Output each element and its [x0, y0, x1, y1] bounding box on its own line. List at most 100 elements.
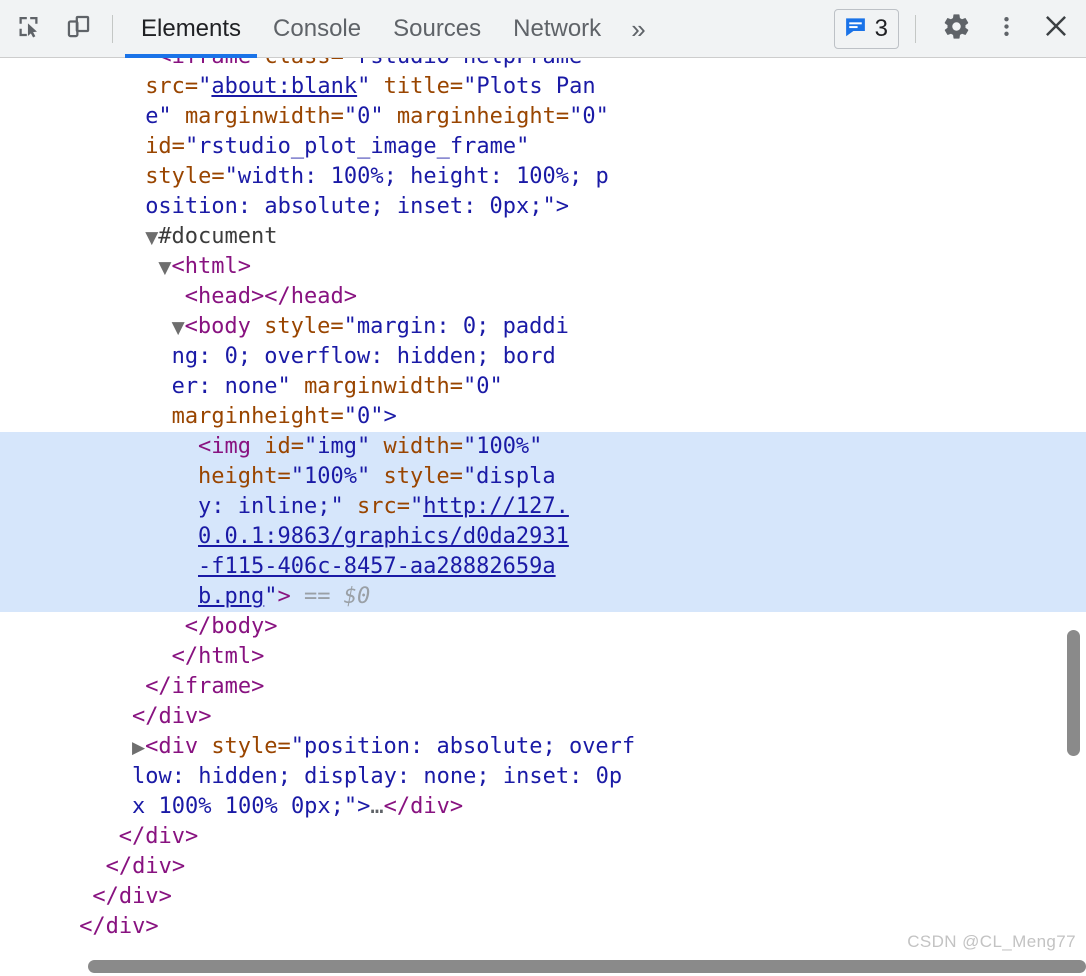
dom-node-line[interactable]: ▼<body style="margin: 0; paddi: [0, 312, 1086, 342]
chevron-down-icon[interactable]: ▼: [145, 228, 158, 248]
chevron-right-icon[interactable]: ▶: [132, 738, 145, 758]
dom-token-val: "Plots Pan: [463, 74, 596, 99]
elements-dom-tree-pane[interactable]: <iframe class="rstudio helpFramesrc="abo…: [0, 58, 1086, 956]
dom-token-tag: <html>: [171, 254, 251, 279]
dom-node-line[interactable]: <iframe class="rstudio helpFrame: [0, 58, 1086, 72]
tab-network[interactable]: Network: [497, 0, 617, 58]
chevron-down-icon[interactable]: ▼: [172, 318, 185, 338]
device-toolbar-button[interactable]: [56, 7, 100, 51]
dom-token-ellip: …: [370, 794, 384, 819]
dom-node-line[interactable]: id="rstudio_plot_image_frame": [0, 132, 1086, 162]
dom-token-val: ": [198, 74, 212, 99]
dom-node-line[interactable]: </div>: [0, 822, 1086, 852]
dom-token-plain: [198, 734, 211, 759]
dom-token-attr: id=: [264, 434, 304, 459]
dom-token-val: ": [409, 494, 424, 519]
dom-node-line[interactable]: </html>: [0, 642, 1086, 672]
issues-message-icon: [843, 14, 868, 44]
dom-token-val: "0": [343, 104, 384, 129]
dom-tree[interactable]: <iframe class="rstudio helpFramesrc="abo…: [0, 58, 1086, 942]
toolbar-divider-2: [915, 14, 916, 43]
dom-node-line[interactable]: x 100% 100% 0px;">…</div>: [0, 792, 1086, 822]
dom-token-tag: <body: [184, 314, 251, 339]
dom-node-line[interactable]: 0.0.1:9863/graphics/d0da2931: [0, 522, 1086, 552]
dom-token-tag: </div>: [92, 884, 172, 909]
dom-node-line[interactable]: osition: absolute; inset: 0px;">: [0, 192, 1086, 222]
dom-token-link[interactable]: http://127.: [423, 494, 569, 519]
dom-token-val: y: inline;": [198, 494, 344, 519]
kebab-menu-icon: [994, 14, 1019, 44]
dom-node-line[interactable]: b.png"> == $0: [0, 582, 1086, 612]
dom-token-dollar: == $0: [303, 584, 371, 609]
dom-token-attr: src=: [356, 494, 410, 519]
vertical-scrollbar[interactable]: [1067, 630, 1080, 756]
dom-node-line[interactable]: er: none" marginwidth="0": [0, 372, 1086, 402]
dom-token-attr: title=: [383, 74, 464, 99]
dom-node-line[interactable]: </body>: [0, 612, 1086, 642]
dom-token-attr: marginwidth=: [304, 374, 464, 399]
dom-token-tag: >: [277, 584, 291, 609]
close-devtools-button[interactable]: [1034, 7, 1078, 51]
dom-node-line[interactable]: ng: 0; overflow: hidden; bord: [0, 342, 1086, 372]
tab-elements[interactable]: Elements: [125, 0, 258, 58]
dom-token-tag: </html>: [171, 644, 265, 669]
dom-node-line[interactable]: -f115-406c-8457-aa28882659a: [0, 552, 1086, 582]
dom-token-attr: marginwidth=: [184, 104, 344, 129]
dom-node-line[interactable]: style="width: 100%; height: 100%; p: [0, 162, 1086, 192]
dom-node-line[interactable]: src="about:blank" title="Plots Pan: [0, 72, 1086, 102]
dom-token-attr: style=: [145, 164, 225, 189]
dom-token-val: "margin: 0; paddi: [343, 314, 569, 339]
dom-token-plain: [370, 434, 383, 459]
dom-token-plain: [370, 464, 383, 489]
dom-node-line[interactable]: <head></head>: [0, 282, 1086, 312]
dom-node-line[interactable]: marginheight="0">: [0, 402, 1086, 432]
dom-token-val: er: none": [171, 374, 291, 399]
dom-token-link[interactable]: about:blank: [211, 74, 357, 99]
horizontal-scrollbar[interactable]: [88, 960, 1086, 973]
device-toolbar-icon: [65, 13, 92, 45]
dom-token-val: ": [264, 584, 278, 609]
dom-token-attr: id=: [145, 134, 185, 159]
dom-token-attr: style=: [383, 464, 463, 489]
dom-node-line[interactable]: </iframe>: [0, 672, 1086, 702]
dom-token-val: "position: absolute; overf: [290, 734, 636, 759]
dom-node-line[interactable]: </div>: [0, 882, 1086, 912]
more-options-button[interactable]: [984, 7, 1028, 51]
issues-counter-button[interactable]: 3: [833, 8, 899, 49]
devtools-toolbar: Elements Console Sources Network » 3: [0, 0, 1086, 58]
dom-node-line[interactable]: </div>: [0, 852, 1086, 882]
dom-node-line[interactable]: <img id="img" width="100%": [0, 432, 1086, 462]
inspect-element-icon: [15, 13, 42, 45]
chevron-down-icon[interactable]: ▼: [158, 258, 171, 278]
tab-sources[interactable]: Sources: [377, 0, 497, 58]
dom-token-tag: </div>: [118, 824, 199, 849]
dom-node-line[interactable]: </div>: [0, 702, 1086, 732]
dom-node-line[interactable]: ▶<div style="position: absolute; overf: [0, 732, 1086, 762]
dom-token-attr: style=: [211, 734, 291, 759]
dom-node-line[interactable]: e" marginwidth="0" marginheight="0": [0, 102, 1086, 132]
dom-token-attr: marginheight=: [171, 404, 344, 429]
dom-node-line[interactable]: height="100%" style="displa: [0, 462, 1086, 492]
dom-token-plain: [251, 314, 264, 339]
dom-node-line[interactable]: low: hidden; display: none; inset: 0p: [0, 762, 1086, 792]
dom-node-line[interactable]: y: inline;" src="http://127.: [0, 492, 1086, 522]
inspect-element-button[interactable]: [6, 7, 50, 51]
dom-node-line[interactable]: ▼#document: [0, 222, 1086, 252]
dom-token-link[interactable]: 0.0.1:9863/graphics/d0da2931: [198, 524, 569, 549]
dom-token-plain: [370, 74, 383, 99]
tab-console[interactable]: Console: [257, 0, 377, 58]
dom-token-plain: [251, 434, 264, 459]
settings-button[interactable]: [934, 7, 978, 51]
dom-token-val: x 100% 100% 0px;">: [132, 794, 371, 819]
dom-token-link[interactable]: -f115-406c-8457-aa28882659a: [198, 554, 556, 579]
dom-token-plain: [291, 584, 304, 609]
dom-token-val: "100%": [290, 464, 371, 489]
dom-token-link[interactable]: b.png: [198, 584, 264, 609]
gear-icon: [942, 12, 971, 46]
more-tabs-chevron-icon[interactable]: »: [617, 0, 659, 58]
dom-node-line[interactable]: ▼<html>: [0, 252, 1086, 282]
issues-count: 3: [874, 14, 888, 42]
horizontal-scrollbar-track[interactable]: [0, 956, 1086, 976]
dom-token-attr: style=: [264, 314, 344, 339]
dom-token-val: "rstudio helpFrame: [344, 58, 582, 69]
